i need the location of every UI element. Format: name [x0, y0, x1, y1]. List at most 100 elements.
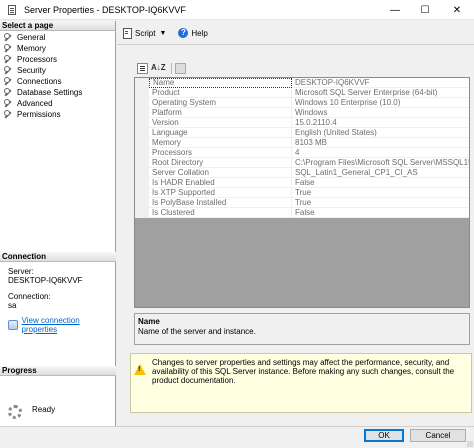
sidebar-item-database-settings[interactable]: Database Settings — [0, 87, 115, 98]
property-row[interactable]: Name DESKTOP-IQ6KVVF — [135, 78, 469, 88]
title-bar: Server Properties - DESKTOP-IQ6KVVF — ☐ … — [0, 0, 474, 20]
property-name: Language — [149, 128, 292, 138]
progress-header: Progress — [0, 366, 116, 376]
sidebar-item-advanced[interactable]: Advanced — [0, 98, 115, 109]
dropdown-arrow-icon[interactable]: ▼ — [159, 30, 166, 37]
property-value: Microsoft SQL Server Enterprise (64-bit) — [292, 88, 469, 98]
property-name: Server Collation — [149, 168, 292, 178]
resize-grip-icon[interactable] — [467, 441, 473, 447]
property-value: 8103 MB — [292, 138, 469, 148]
wrench-icon — [4, 33, 13, 42]
select-page-header: Select a page — [0, 21, 115, 31]
property-name: Operating System — [149, 98, 292, 108]
footer-divider — [0, 426, 474, 427]
property-row[interactable]: Version 15.0.2110.4 — [135, 118, 469, 128]
help-label: Help — [191, 28, 208, 38]
server-properties-icon — [6, 4, 18, 16]
wrench-icon — [4, 99, 13, 108]
toolbar-separator — [171, 62, 172, 74]
cancel-button[interactable]: Cancel — [410, 429, 466, 442]
description-text: Name of the server and instance. — [138, 327, 256, 336]
property-row-gutter — [135, 158, 149, 168]
property-row[interactable]: Root Directory C:\Program Files\Microsoft… — [135, 158, 469, 168]
help-icon: ? — [178, 28, 189, 38]
progress-status: Ready — [8, 399, 55, 419]
warning-banner: Changes to server properties and setting… — [130, 353, 472, 413]
connection-properties-icon — [8, 320, 18, 330]
sidebar-item-permissions[interactable]: Permissions — [0, 109, 115, 120]
progress-spinner-icon — [8, 405, 22, 419]
description-title: Name — [138, 317, 160, 326]
warning-icon — [134, 364, 146, 375]
script-icon — [122, 28, 132, 39]
property-row[interactable]: Operating System Windows 10 Enterprise (1… — [135, 98, 469, 108]
sidebar-item-memory[interactable]: Memory — [0, 43, 115, 54]
window-controls: — ☐ ✕ — [380, 0, 474, 20]
wrench-icon — [4, 44, 13, 53]
property-row-gutter — [135, 178, 149, 188]
view-connection-properties-label: View connection properties — [21, 316, 80, 334]
property-value: Windows 10 Enterprise (10.0) — [292, 98, 469, 108]
sidebar-item-label: Database Settings — [17, 88, 83, 97]
page-list: General Memory Processors Security Connectio… — [0, 31, 115, 120]
property-row[interactable]: Is XTP Supported True — [135, 188, 469, 198]
property-row[interactable]: Is PolyBase Installed True — [135, 198, 469, 208]
property-row[interactable]: Processors 4 — [135, 148, 469, 158]
sidebar-item-connections[interactable]: Connections — [0, 76, 115, 87]
property-value: 4 — [292, 148, 469, 158]
property-grid[interactable]: Name DESKTOP-IQ6KVVF Product Microsoft SQL … — [134, 77, 470, 308]
property-value: Windows — [292, 108, 469, 118]
maximize-button[interactable]: ☐ — [410, 0, 440, 20]
minimize-button[interactable]: — — [380, 0, 410, 20]
property-row[interactable]: Is HADR Enabled False — [135, 178, 469, 188]
view-connection-properties-link[interactable]: View connection properties — [8, 316, 112, 334]
alphabetical-sort-icon[interactable]: A↓Z — [151, 63, 166, 74]
property-row-gutter — [135, 208, 149, 218]
property-row[interactable]: Platform Windows — [135, 108, 469, 118]
wrench-icon — [4, 77, 13, 86]
sidebar: Select a page General Memory Processors Sec… — [0, 21, 116, 426]
server-label: Server: — [8, 267, 34, 276]
property-row[interactable]: Server Collation SQL_Latin1_General_CP1_C… — [135, 168, 469, 178]
property-name: Is PolyBase Installed — [149, 198, 292, 208]
property-name: Is HADR Enabled — [149, 178, 292, 188]
property-name: Memory — [149, 138, 292, 148]
warning-text: Changes to server properties and setting… — [152, 358, 455, 385]
window-title: Server Properties - DESKTOP-IQ6KVVF — [24, 4, 186, 15]
help-button[interactable]: ? Help — [168, 26, 209, 40]
property-row[interactable]: Memory 8103 MB — [135, 138, 469, 148]
property-name: Platform — [149, 108, 292, 118]
sidebar-item-processors[interactable]: Processors — [0, 54, 115, 65]
wrench-icon — [4, 55, 13, 64]
property-row[interactable]: Is Clustered False — [135, 208, 469, 218]
ok-button[interactable]: OK — [364, 429, 404, 442]
property-value: English (United States) — [292, 128, 469, 138]
property-pages-icon[interactable] — [175, 62, 186, 74]
sidebar-item-general[interactable]: General — [0, 32, 115, 43]
property-row[interactable]: Language English (United States) — [135, 128, 469, 138]
property-row[interactable]: Product Microsoft SQL Server Enterprise (… — [135, 88, 469, 98]
property-value: True — [292, 188, 469, 198]
property-description: Name Name of the server and instance. — [134, 313, 470, 345]
property-row-gutter — [135, 138, 149, 148]
sidebar-item-label: Connections — [17, 77, 62, 86]
property-row-gutter — [135, 148, 149, 158]
connection-header: Connection — [0, 252, 116, 262]
sidebar-item-security[interactable]: Security — [0, 65, 115, 76]
script-button[interactable]: Script ▼ — [120, 26, 168, 40]
property-row-gutter — [135, 88, 149, 98]
sidebar-item-label: Advanced — [17, 99, 53, 108]
property-value: DESKTOP-IQ6KVVF — [292, 78, 469, 88]
property-value: 15.0.2110.4 — [292, 118, 469, 128]
close-button[interactable]: ✕ — [440, 0, 474, 20]
script-label: Script — [135, 28, 156, 38]
connection-info: Server: DESKTOP-IQ6KVVF Connection: sa V… — [8, 267, 112, 334]
categorized-icon[interactable] — [137, 62, 148, 74]
wrench-icon — [4, 110, 13, 119]
property-value: False — [292, 178, 469, 188]
property-name: Root Directory — [149, 158, 292, 168]
property-value: True — [292, 198, 469, 208]
wrench-icon — [4, 66, 13, 75]
property-grid-toolbar: A↓Z — [137, 62, 189, 74]
property-row-gutter — [135, 98, 149, 108]
